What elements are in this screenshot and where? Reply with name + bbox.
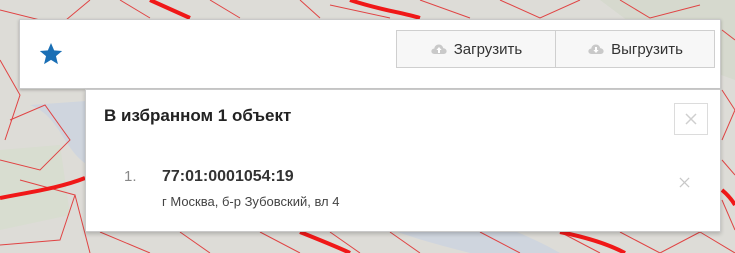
list-item[interactable]: 1. 77:01:0001054:19 г Москва, б-р Зубовс… (124, 166, 694, 210)
close-icon (678, 176, 690, 188)
cadastral-number[interactable]: 77:01:0001054:19 (162, 168, 294, 186)
close-icon (685, 113, 697, 125)
download-button[interactable]: Выгрузить (555, 30, 715, 68)
panel-title: В избранном 1 объект (104, 106, 292, 125)
cloud-download-icon (588, 44, 604, 54)
favorites-panel: В избранном 1 объект 1. 77:01:0001054:19… (85, 89, 721, 232)
remove-item-button[interactable] (674, 172, 694, 192)
cloud-upload-icon (431, 44, 447, 54)
upload-button[interactable]: Загрузить (396, 30, 556, 68)
upload-button-label: Загрузить (453, 40, 523, 58)
item-address: г Москва, б-р Зубовский, вл 4 (162, 194, 340, 209)
close-button[interactable] (674, 103, 708, 135)
favorites-toolbar: Загрузить Выгрузить (19, 19, 721, 89)
download-button-label: Выгрузить (611, 40, 683, 58)
item-index: 1. (124, 168, 137, 185)
star-icon[interactable] (38, 41, 64, 67)
